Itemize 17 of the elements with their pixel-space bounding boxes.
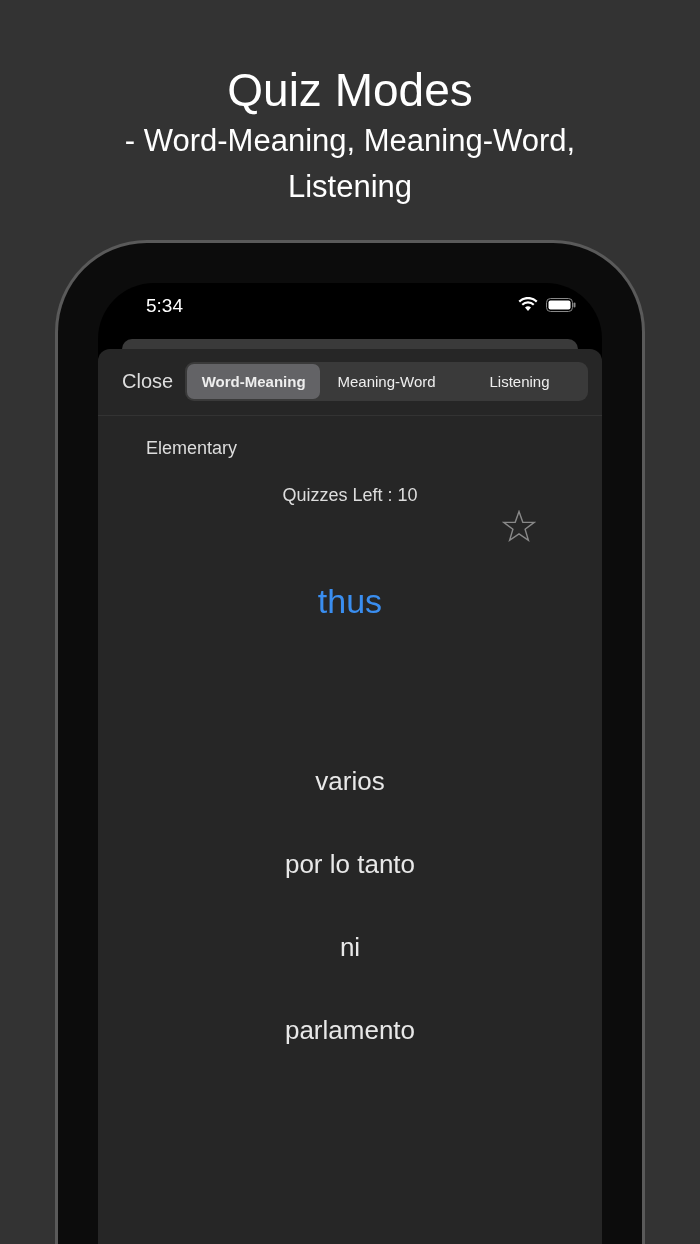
answer-option[interactable]: ni bbox=[339, 932, 361, 963]
answer-option[interactable]: por lo tanto bbox=[284, 849, 416, 880]
answer-option[interactable]: varios bbox=[315, 766, 385, 797]
quiz-word: thus bbox=[316, 582, 384, 621]
quizzes-left: Quizzes Left : 10 bbox=[281, 485, 419, 506]
status-time: 5:34 bbox=[146, 295, 183, 317]
wifi-icon bbox=[518, 297, 538, 312]
mode-tab[interactable]: Meaning-Word bbox=[320, 364, 454, 399]
close-button[interactable]: Close bbox=[122, 370, 174, 393]
mode-tab[interactable]: Listening bbox=[453, 364, 586, 399]
level-label: Elementary bbox=[146, 438, 239, 459]
mode-tab[interactable]: Word-Meaning bbox=[187, 364, 321, 399]
battery-icon bbox=[546, 297, 576, 312]
answer-option[interactable]: parlamento bbox=[284, 1015, 416, 1046]
page-title: Quiz Modes bbox=[227, 63, 473, 118]
star-icon[interactable] bbox=[502, 510, 536, 542]
page-subtitle: - Word-Meaning, Meaning-Word, Listening bbox=[123, 122, 577, 206]
